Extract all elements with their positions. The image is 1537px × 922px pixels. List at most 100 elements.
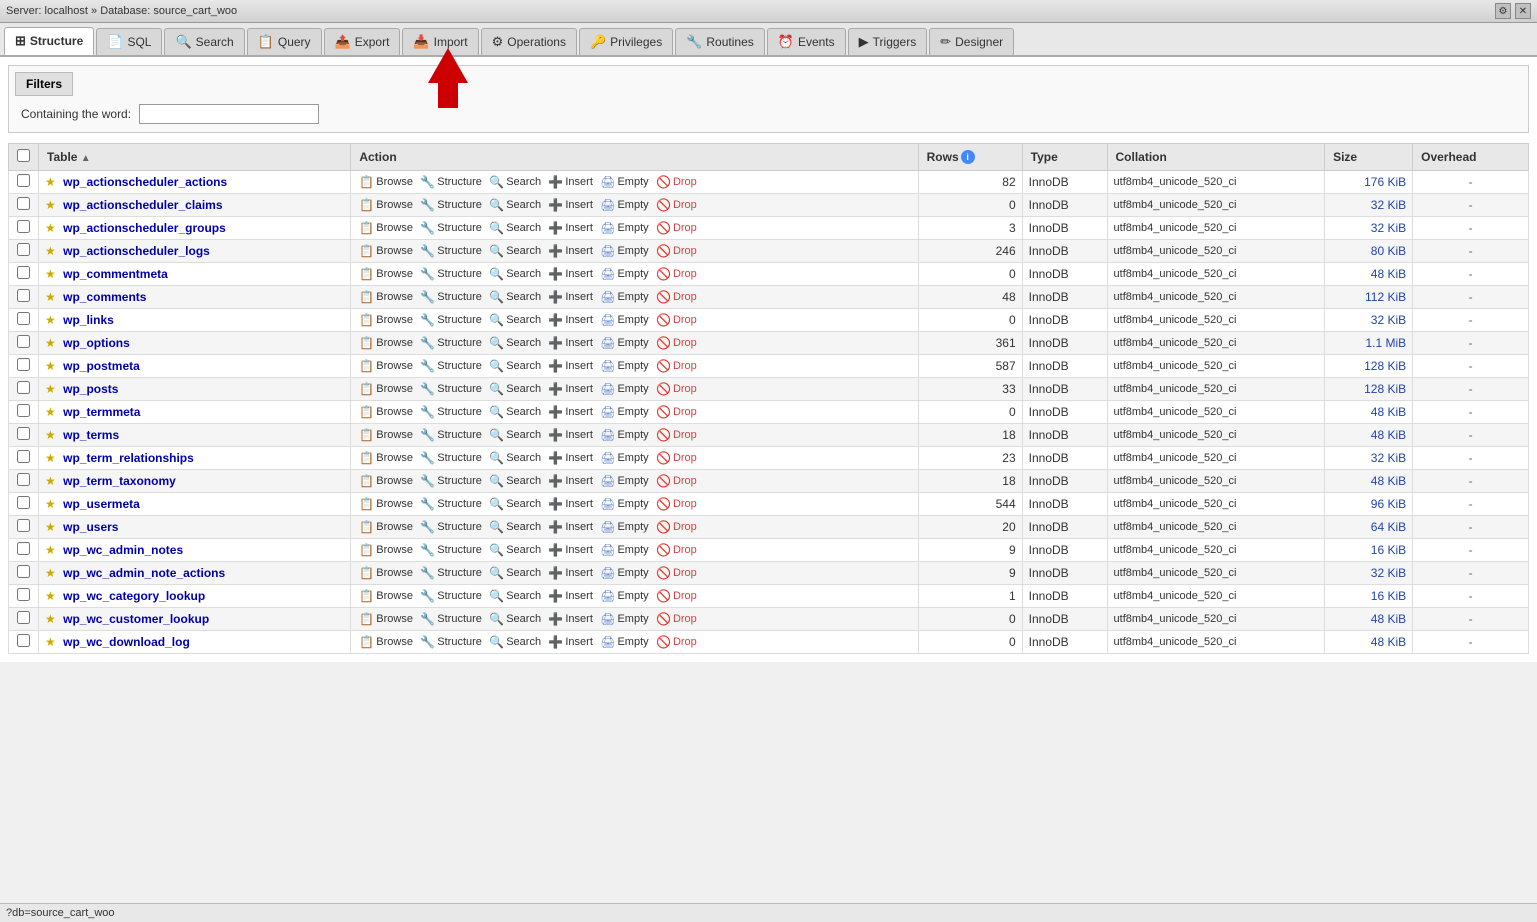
drop-link[interactable]: 🚫 Drop [654,312,699,328]
star-icon[interactable]: ★ [45,175,56,189]
row-checkbox[interactable] [17,404,30,417]
browse-link[interactable]: 📋 Browse [357,588,415,604]
search-link[interactable]: 🔍 Search [487,197,543,213]
search-link[interactable]: 🔍 Search [487,427,543,443]
star-icon[interactable]: ★ [45,474,56,488]
row-checkbox[interactable] [17,496,30,509]
star-icon[interactable]: ★ [45,336,56,350]
search-link[interactable]: 🔍 Search [487,220,543,236]
insert-link[interactable]: ➕ Insert [546,519,594,535]
table-name-link[interactable]: wp_options [63,336,130,350]
star-icon[interactable]: ★ [45,359,56,373]
table-name-link[interactable]: wp_actionscheduler_actions [63,175,227,189]
empty-link[interactable]: 🖨 Empty [598,381,650,397]
search-link[interactable]: 🔍 Search [487,312,543,328]
star-icon[interactable]: ★ [45,267,56,281]
structure-link[interactable]: 🔧 Structure [418,611,484,627]
drop-link[interactable]: 🚫 Drop [654,381,699,397]
search-link[interactable]: 🔍 Search [487,381,543,397]
empty-link[interactable]: 🖨 Empty [598,519,650,535]
structure-link[interactable]: 🔧 Structure [418,519,484,535]
search-link[interactable]: 🔍 Search [487,266,543,282]
browse-link[interactable]: 📋 Browse [357,174,415,190]
table-name-link[interactable]: wp_actionscheduler_logs [63,244,210,258]
star-icon[interactable]: ★ [45,382,56,396]
browse-link[interactable]: 📋 Browse [357,542,415,558]
table-name-link[interactable]: wp_links [63,313,114,327]
browse-link[interactable]: 📋 Browse [357,381,415,397]
structure-link[interactable]: 🔧 Structure [418,266,484,282]
table-name-link[interactable]: wp_posts [63,382,118,396]
drop-link[interactable]: 🚫 Drop [654,174,699,190]
structure-link[interactable]: 🔧 Structure [418,174,484,190]
star-icon[interactable]: ★ [45,198,56,212]
close-icon[interactable]: ✕ [1515,3,1531,19]
drop-link[interactable]: 🚫 Drop [654,197,699,213]
star-icon[interactable]: ★ [45,612,56,626]
table-name-link[interactable]: wp_wc_admin_note_actions [63,566,225,580]
empty-link[interactable]: 🖨 Empty [598,542,650,558]
tab-structure[interactable]: ⊞ Structure [4,27,94,55]
search-link[interactable]: 🔍 Search [487,358,543,374]
insert-link[interactable]: ➕ Insert [546,542,594,558]
structure-link[interactable]: 🔧 Structure [418,542,484,558]
empty-link[interactable]: 🖨 Empty [598,174,650,190]
row-checkbox[interactable] [17,381,30,394]
search-link[interactable]: 🔍 Search [487,243,543,259]
insert-link[interactable]: ➕ Insert [546,473,594,489]
row-checkbox[interactable] [17,289,30,302]
tab-search[interactable]: 🔍 Search [164,28,244,55]
structure-link[interactable]: 🔧 Structure [418,289,484,305]
row-checkbox[interactable] [17,266,30,279]
structure-link[interactable]: 🔧 Structure [418,588,484,604]
insert-link[interactable]: ➕ Insert [546,634,594,650]
search-link[interactable]: 🔍 Search [487,450,543,466]
star-icon[interactable]: ★ [45,635,56,649]
search-link[interactable]: 🔍 Search [487,289,543,305]
empty-link[interactable]: 🖨 Empty [598,450,650,466]
structure-link[interactable]: 🔧 Structure [418,496,484,512]
search-link[interactable]: 🔍 Search [487,588,543,604]
insert-link[interactable]: ➕ Insert [546,197,594,213]
search-link[interactable]: 🔍 Search [487,335,543,351]
tab-operations[interactable]: ⚙ Operations [481,28,577,55]
structure-link[interactable]: 🔧 Structure [418,312,484,328]
browse-link[interactable]: 📋 Browse [357,220,415,236]
table-name-link[interactable]: wp_commentmeta [63,267,168,281]
row-checkbox[interactable] [17,542,30,555]
browse-link[interactable]: 📋 Browse [357,197,415,213]
table-name-link[interactable]: wp_wc_category_lookup [63,589,205,603]
table-name-link[interactable]: wp_actionscheduler_groups [63,221,226,235]
empty-link[interactable]: 🖨 Empty [598,427,650,443]
star-icon[interactable]: ★ [45,520,56,534]
browse-link[interactable]: 📋 Browse [357,450,415,466]
tab-triggers[interactable]: ▶ Triggers [848,28,928,55]
drop-link[interactable]: 🚫 Drop [654,427,699,443]
table-name-link[interactable]: wp_term_relationships [63,451,194,465]
select-all-checkbox[interactable] [17,149,30,162]
browse-link[interactable]: 📋 Browse [357,266,415,282]
drop-link[interactable]: 🚫 Drop [654,542,699,558]
tab-sql[interactable]: 📄 SQL [96,28,162,55]
row-checkbox[interactable] [17,634,30,647]
structure-link[interactable]: 🔧 Structure [418,565,484,581]
insert-link[interactable]: ➕ Insert [546,611,594,627]
drop-link[interactable]: 🚫 Drop [654,611,699,627]
tab-designer[interactable]: ✏ Designer [929,28,1014,55]
tab-events[interactable]: ⏰ Events [767,28,846,55]
structure-link[interactable]: 🔧 Structure [418,243,484,259]
row-checkbox[interactable] [17,611,30,624]
search-link[interactable]: 🔍 Search [487,473,543,489]
drop-link[interactable]: 🚫 Drop [654,335,699,351]
insert-link[interactable]: ➕ Insert [546,266,594,282]
filters-input[interactable] [139,104,319,124]
table-name-link[interactable]: wp_termmeta [63,405,140,419]
star-icon[interactable]: ★ [45,451,56,465]
browse-link[interactable]: 📋 Browse [357,496,415,512]
empty-link[interactable]: 🖨 Empty [598,266,650,282]
star-icon[interactable]: ★ [45,313,56,327]
star-icon[interactable]: ★ [45,428,56,442]
row-checkbox[interactable] [17,335,30,348]
insert-link[interactable]: ➕ Insert [546,404,594,420]
insert-link[interactable]: ➕ Insert [546,358,594,374]
